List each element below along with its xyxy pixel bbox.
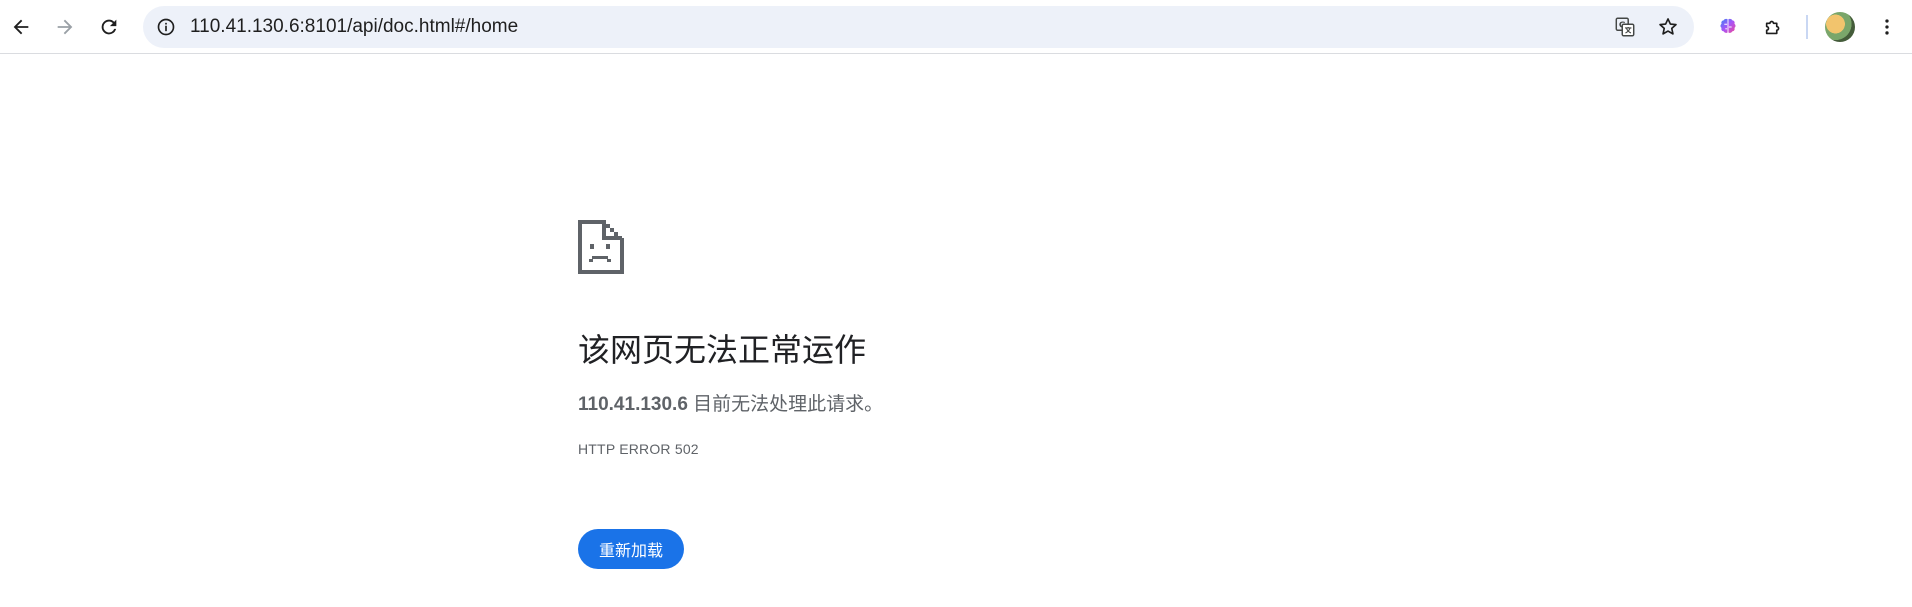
extension-ai-button[interactable] bbox=[1709, 8, 1747, 46]
error-code: HTTP ERROR 502 bbox=[578, 441, 699, 457]
error-message: 目前无法处理此请求。 bbox=[687, 394, 884, 415]
forward-button[interactable] bbox=[46, 8, 84, 46]
ai-assistant-icon bbox=[1720, 18, 1736, 33]
puzzle-icon bbox=[1765, 20, 1780, 35]
arrow-right-icon bbox=[57, 19, 73, 35]
translate-icon: G bbox=[1615, 17, 1635, 37]
address-bar[interactable]: 110.41.130.6:8101/api/doc.html#/home G bbox=[143, 6, 1694, 48]
bookmark-button[interactable] bbox=[1653, 12, 1683, 42]
url-text[interactable]: 110.41.130.6:8101/api/doc.html#/home bbox=[190, 6, 518, 48]
browser-menu-button[interactable] bbox=[1868, 8, 1906, 46]
error-description: 110.41.130.6 目前无法处理此请求。 bbox=[578, 392, 883, 418]
error-title: 该网页无法正常运作 bbox=[578, 332, 867, 368]
extensions-button[interactable] bbox=[1755, 8, 1793, 46]
profile-avatar[interactable] bbox=[1825, 12, 1855, 42]
arrow-left-icon bbox=[13, 19, 29, 35]
reload-button[interactable] bbox=[90, 8, 128, 46]
sad-document-icon bbox=[578, 220, 624, 274]
info-icon bbox=[157, 18, 175, 36]
error-host: 110.41.130.6 bbox=[578, 394, 688, 415]
back-button[interactable] bbox=[2, 8, 40, 46]
toolbar-divider bbox=[1806, 15, 1808, 39]
translate-button[interactable]: G bbox=[1610, 12, 1640, 42]
reload-icon bbox=[101, 19, 117, 35]
site-info-button[interactable] bbox=[151, 12, 181, 42]
reload-page-button[interactable]: 重新加载 bbox=[578, 529, 684, 569]
more-vertical-icon bbox=[1885, 19, 1889, 35]
star-icon bbox=[1659, 18, 1677, 35]
browser-toolbar: 110.41.130.6:8101/api/doc.html#/home G bbox=[0, 0, 1912, 54]
